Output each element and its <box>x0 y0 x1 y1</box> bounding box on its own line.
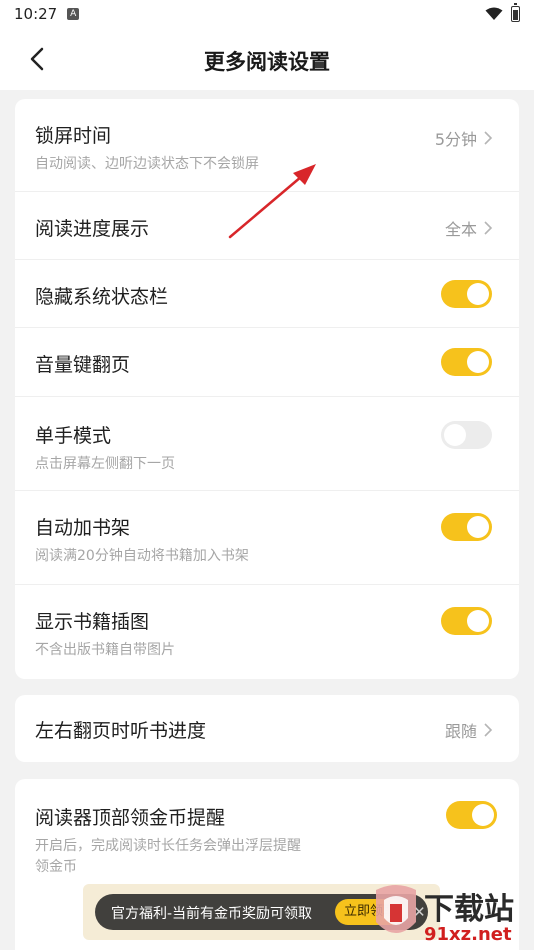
promo-text: 官方福利-当前有金币奖励可领取 <box>111 906 313 922</box>
setting-lock-screen[interactable]: 锁屏时间 自动阅读、边听边读状态下不会锁屏 5分钟 <box>15 99 519 192</box>
settings-card-tts: 左右翻页时听书进度 跟随 <box>15 695 519 762</box>
wifi-icon <box>485 7 503 20</box>
chevron-right-icon <box>484 221 493 235</box>
setting-description: 不含出版书籍自带图片 <box>35 642 175 658</box>
page-title: 更多阅读设置 <box>204 50 330 74</box>
notification-badge-icon: A <box>67 8 80 20</box>
setting-label: 左右翻页时听书进度 <box>35 720 207 742</box>
volume-key-toggle[interactable] <box>441 348 492 376</box>
chevron-right-icon <box>484 131 493 145</box>
setting-show-illustrations: 显示书籍插图 不含出版书籍自带图片 <box>15 585 519 679</box>
status-bar: 10:27 A <box>0 0 534 28</box>
setting-label: 锁屏时间 <box>35 125 112 147</box>
setting-label: 单手模式 <box>35 425 112 447</box>
watermark-logo: 下载站 91xz.net <box>368 880 534 950</box>
coin-reminder-toggle[interactable] <box>446 801 497 829</box>
setting-label: 隐藏系统状态栏 <box>35 286 169 308</box>
setting-description: 点击屏幕左侧翻下一页 <box>35 456 175 472</box>
setting-description: 阅读满20分钟自动将书籍加入书架 <box>35 548 249 564</box>
setting-value: 5分钟 <box>435 126 493 150</box>
watermark-url: 91xz.net <box>424 924 512 945</box>
setting-value: 跟随 <box>445 718 493 742</box>
lock-screen-value: 5分钟 <box>434 130 477 149</box>
illustrations-toggle[interactable] <box>441 607 492 635</box>
setting-value: 全本 <box>445 216 493 240</box>
tts-progress-value: 跟随 <box>444 722 477 741</box>
chevron-right-icon <box>484 723 493 737</box>
status-time: 10:27 <box>14 5 58 23</box>
watermark-emblem-icon <box>376 885 416 933</box>
setting-label: 阅读进度展示 <box>35 218 150 240</box>
setting-auto-add-shelf: 自动加书架 阅读满20分钟自动将书籍加入书架 <box>15 491 519 585</box>
setting-reading-progress[interactable]: 阅读进度展示 全本 <box>15 192 519 260</box>
setting-label: 阅读器顶部领金币提醒 <box>35 807 226 829</box>
setting-hide-status-bar: 隐藏系统状态栏 <box>15 260 519 328</box>
progress-value: 全本 <box>444 220 477 239</box>
status-icons <box>485 3 520 22</box>
hide-status-bar-toggle[interactable] <box>441 280 492 308</box>
auto-shelf-toggle[interactable] <box>441 513 492 541</box>
settings-card-reading: 锁屏时间 自动阅读、边听边读状态下不会锁屏 5分钟 阅读进度展示 全本 隐藏系统… <box>15 99 519 679</box>
setting-one-hand-mode: 单手模式 点击屏幕左侧翻下一页 <box>15 397 519 491</box>
setting-description: 开启后，完成阅读时长任务会弹出浮层提醒 <box>35 838 301 854</box>
watermark-title: 下载站 <box>424 892 514 927</box>
one-hand-mode-toggle[interactable] <box>441 421 492 449</box>
setting-label: 音量键翻页 <box>35 354 131 376</box>
setting-label: 显示书籍插图 <box>35 611 150 633</box>
setting-volume-key-page: 音量键翻页 <box>15 328 519 397</box>
setting-description: 自动阅读、边听边读状态下不会锁屏 <box>35 156 259 172</box>
nav-bar: 更多阅读设置 <box>0 28 534 90</box>
setting-label: 自动加书架 <box>35 517 131 539</box>
battery-icon <box>511 3 520 22</box>
setting-tts-progress[interactable]: 左右翻页时听书进度 跟随 <box>15 695 519 762</box>
setting-description-line2: 领金币 <box>35 859 77 875</box>
